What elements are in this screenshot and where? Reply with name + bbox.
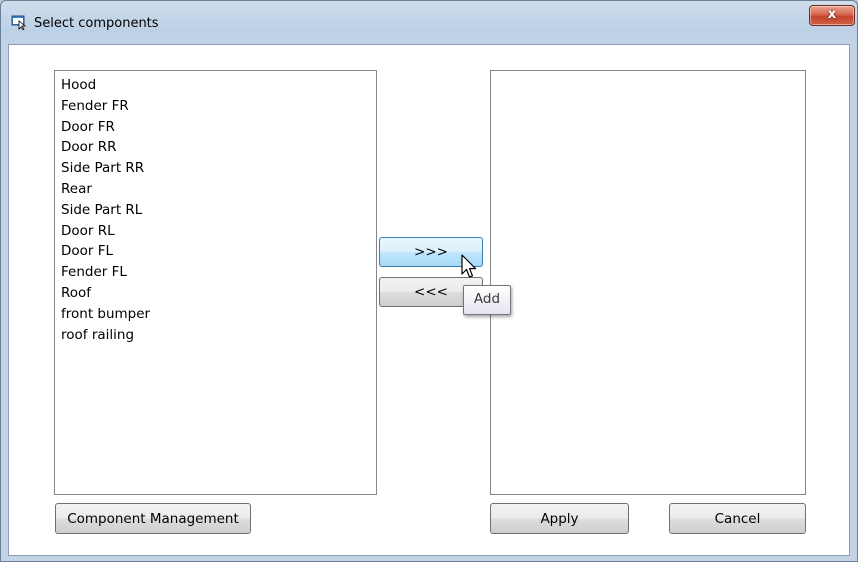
list-item[interactable]: Door FL [61, 241, 113, 261]
apply-button[interactable]: Apply [490, 503, 629, 534]
selected-components-list[interactable] [490, 70, 806, 495]
component-management-button[interactable]: Component Management [55, 503, 251, 534]
list-item[interactable]: Hood [61, 75, 96, 95]
list-item[interactable]: roof railing [61, 325, 134, 345]
list-item[interactable]: Side Part RR [61, 158, 144, 178]
dialog-window: Select components x Hood Fender FR Door FR… [0, 0, 858, 562]
list-item[interactable]: Rear [61, 179, 92, 199]
title-bar[interactable]: Select components x [1, 1, 857, 45]
dialog-window-icon [11, 15, 27, 30]
list-item[interactable]: Fender FR [61, 96, 129, 116]
dialog-content: Hood Fender FR Door FR Door RR Side Part RR R… [8, 44, 850, 556]
list-item[interactable]: Fender FL [61, 262, 127, 282]
list-item[interactable]: Door RR [61, 137, 117, 157]
list-item[interactable]: Side Part RL [61, 200, 142, 220]
list-item[interactable]: front bumper [61, 304, 150, 324]
list-item[interactable]: Door RL [61, 221, 115, 241]
available-components-list[interactable]: Hood Fender FR Door FR Door RR Side Part RR R… [54, 70, 377, 495]
cancel-button[interactable]: Cancel [669, 503, 806, 534]
add-tooltip: Add [463, 285, 511, 315]
close-button[interactable]: x [809, 5, 855, 26]
close-icon: x [827, 7, 837, 22]
window-title: Select components [34, 16, 159, 31]
list-item[interactable]: Roof [61, 283, 91, 303]
mouse-cursor-icon [461, 254, 477, 278]
list-item[interactable]: Door FR [61, 117, 115, 137]
